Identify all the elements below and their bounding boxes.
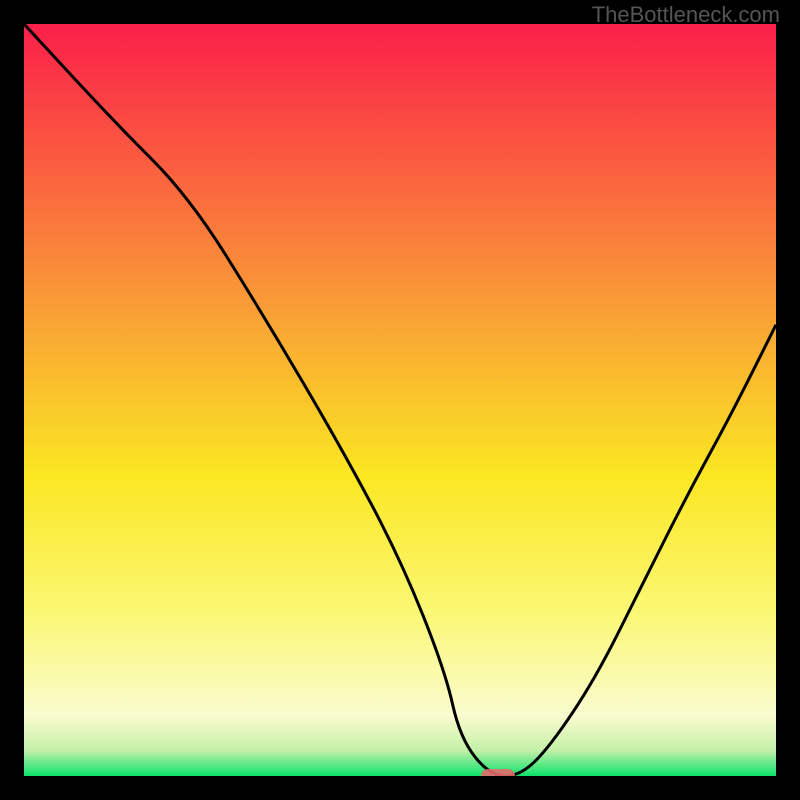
chart-background <box>24 24 776 776</box>
chart-plot-area <box>24 24 776 776</box>
chart-svg <box>24 24 776 776</box>
watermark-text: TheBottleneck.com <box>592 2 780 28</box>
optimal-marker <box>481 769 515 776</box>
